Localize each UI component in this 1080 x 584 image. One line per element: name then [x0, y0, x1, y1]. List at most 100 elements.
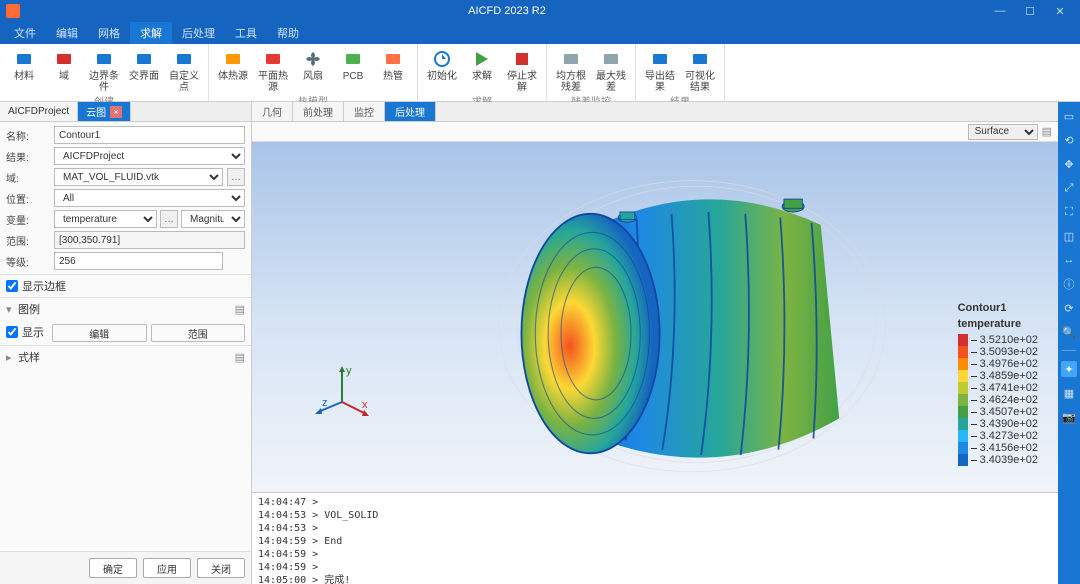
- uniform-icon: [560, 48, 582, 70]
- close-panel-button[interactable]: 关闭: [197, 558, 245, 578]
- close-button[interactable]: ✕: [1046, 2, 1074, 20]
- right-fit-icon[interactable]: ⛶: [1061, 204, 1077, 220]
- right-pan-icon[interactable]: ✥: [1061, 156, 1077, 172]
- axes-triad-icon: y x z: [312, 362, 372, 422]
- variable-more-button[interactable]: …: [160, 210, 178, 228]
- right-measure-icon[interactable]: ↔: [1061, 252, 1077, 268]
- menu-0[interactable]: 文件: [4, 22, 46, 44]
- style-options-icon[interactable]: ▤: [235, 351, 245, 364]
- menubar: 文件编辑网格求解后处理工具帮助: [0, 22, 1080, 44]
- viewport-3d[interactable]: y x z Contour1 temperature 3.5210e+023.5…: [252, 142, 1058, 492]
- solve-icon: [471, 48, 493, 70]
- properties-panel: AICFDProject云图× 名称: 结果: AICFDProject 域: …: [0, 102, 252, 584]
- close-tab-icon[interactable]: ×: [110, 106, 122, 118]
- legend-color-swatch: [958, 358, 968, 370]
- menu-6[interactable]: 帮助: [267, 22, 309, 44]
- right-wand-icon[interactable]: ✦: [1061, 361, 1077, 377]
- right-toolbar: ▭ ⟲ ✥ ⤢ ⛶ ◫ ↔ ⓘ ⟳ 🔍 ✦ ▦ 📷: [1058, 102, 1080, 584]
- legend-row: 3.4976e+02: [958, 358, 1038, 370]
- menu-4[interactable]: 后处理: [172, 22, 225, 44]
- result-select[interactable]: AICFDProject: [54, 147, 245, 165]
- ok-button[interactable]: 确定: [89, 558, 137, 578]
- location-select[interactable]: All: [54, 189, 245, 207]
- left-tab-0[interactable]: AICFDProject: [0, 102, 78, 121]
- legend-row: 3.4273e+02: [958, 430, 1038, 442]
- center-tab-1[interactable]: 前处理: [293, 102, 344, 121]
- range-legend-button[interactable]: 范围: [151, 324, 246, 342]
- ribbon-material-button[interactable]: 材料: [6, 46, 42, 82]
- level-input[interactable]: [54, 252, 223, 270]
- ribbon-volheat-button[interactable]: 体热源: [215, 46, 251, 82]
- menu-1[interactable]: 编辑: [46, 22, 88, 44]
- ribbon-visual-button[interactable]: 可视化结果: [682, 46, 718, 93]
- right-grid-icon[interactable]: ▦: [1061, 385, 1077, 401]
- ribbon-pcb-button[interactable]: PCB: [335, 46, 371, 82]
- menu-5[interactable]: 工具: [225, 22, 267, 44]
- ribbon-custompt-button[interactable]: 自定义点: [166, 46, 202, 93]
- right-rotate-icon[interactable]: ⟲: [1061, 132, 1077, 148]
- variable-mode-select[interactable]: Magnitude: [181, 210, 245, 228]
- right-search-icon[interactable]: 🔍: [1061, 324, 1077, 340]
- minimize-button[interactable]: —: [986, 2, 1014, 20]
- ribbon-solve-button[interactable]: 求解: [464, 46, 500, 82]
- right-camera-icon[interactable]: 📷: [1061, 409, 1077, 425]
- output-console[interactable]: 14:04:47 > 14:04:53 > VOL_SOLID 14:04:53…: [252, 492, 1058, 584]
- ribbon-uniform-button[interactable]: 均方根残差: [553, 46, 589, 93]
- titlebar: AICFD 2023 R2 — ☐ ✕: [0, 0, 1080, 22]
- right-refresh-icon[interactable]: ⟳: [1061, 300, 1077, 316]
- legend-color-swatch: [958, 334, 968, 346]
- center-tab-2[interactable]: 监控: [344, 102, 385, 121]
- center-panel: 几何前处理监控后处理 Surface ▤: [252, 102, 1058, 584]
- ribbon-group: 导出结果可视化结果结果: [636, 44, 725, 101]
- fan-icon: [302, 48, 324, 70]
- legend-collapse-icon[interactable]: ▾: [6, 303, 18, 316]
- menu-3[interactable]: 求解: [130, 22, 172, 44]
- ribbon-planeheat-button[interactable]: 平面热源: [255, 46, 291, 93]
- ribbon: 材料域边界条件交界面自定义点创建体热源平面热源风扇PCB热管热模型初始化求解停止…: [0, 44, 1080, 102]
- app-logo-icon: [6, 4, 20, 18]
- domain-more-button[interactable]: …: [227, 168, 245, 186]
- ribbon-export-button[interactable]: 导出结果: [642, 46, 678, 93]
- ribbon-init-button[interactable]: 初始化: [424, 46, 460, 82]
- view-mode-select[interactable]: Surface: [968, 124, 1038, 140]
- show-legend-checkbox[interactable]: 显示: [6, 324, 44, 340]
- legend-color-swatch: [958, 418, 968, 430]
- export-icon: [649, 48, 671, 70]
- center-tab-3[interactable]: 后处理: [385, 102, 436, 121]
- ribbon-fan-button[interactable]: 风扇: [295, 46, 331, 82]
- ribbon-surface-button[interactable]: 交界面: [126, 46, 162, 82]
- apply-button[interactable]: 应用: [143, 558, 191, 578]
- name-input[interactable]: [54, 126, 245, 144]
- menu-2[interactable]: 网格: [88, 22, 130, 44]
- right-section-icon[interactable]: ◫: [1061, 228, 1077, 244]
- stop-icon: [511, 48, 533, 70]
- ribbon-stop-button[interactable]: 停止求解: [504, 46, 540, 93]
- right-select-icon[interactable]: ▭: [1061, 108, 1077, 124]
- right-zoom-icon[interactable]: ⤢: [1061, 180, 1077, 196]
- domain-select[interactable]: MAT_VOL_FLUID.vtk: [54, 168, 223, 186]
- maximize-button[interactable]: ☐: [1016, 2, 1044, 20]
- range-input: [54, 231, 245, 249]
- legend-row: 3.4507e+02: [958, 406, 1038, 418]
- location-label: 位置:: [6, 191, 50, 206]
- right-info-icon[interactable]: ⓘ: [1061, 276, 1077, 292]
- ribbon-boundary-button[interactable]: 边界条件: [86, 46, 122, 93]
- left-tab-1[interactable]: 云图×: [78, 102, 131, 121]
- viewport-options-icon[interactable]: ▤: [1042, 125, 1052, 138]
- style-collapse-icon[interactable]: ▸: [6, 351, 18, 364]
- volheat-icon: [222, 48, 244, 70]
- ribbon-pipe-button[interactable]: 热管: [375, 46, 411, 82]
- edit-legend-button[interactable]: 编辑: [52, 324, 147, 342]
- ribbon-domain-button[interactable]: 域: [46, 46, 82, 82]
- show-boundary-checkbox[interactable]: 显示边框: [6, 278, 245, 294]
- domain-icon: [53, 48, 75, 70]
- legend-row: 3.5093e+02: [958, 346, 1038, 358]
- variable-select[interactable]: temperature: [54, 210, 157, 228]
- center-tab-0[interactable]: 几何: [252, 102, 293, 121]
- result-label: 结果:: [6, 149, 50, 164]
- legend-options-icon[interactable]: ▤: [235, 303, 245, 316]
- ribbon-max-button[interactable]: 最大残差: [593, 46, 629, 93]
- ribbon-group: 初始化求解停止求解求解: [418, 44, 547, 101]
- legend-color-swatch: [958, 382, 968, 394]
- svg-text:x: x: [362, 399, 368, 411]
